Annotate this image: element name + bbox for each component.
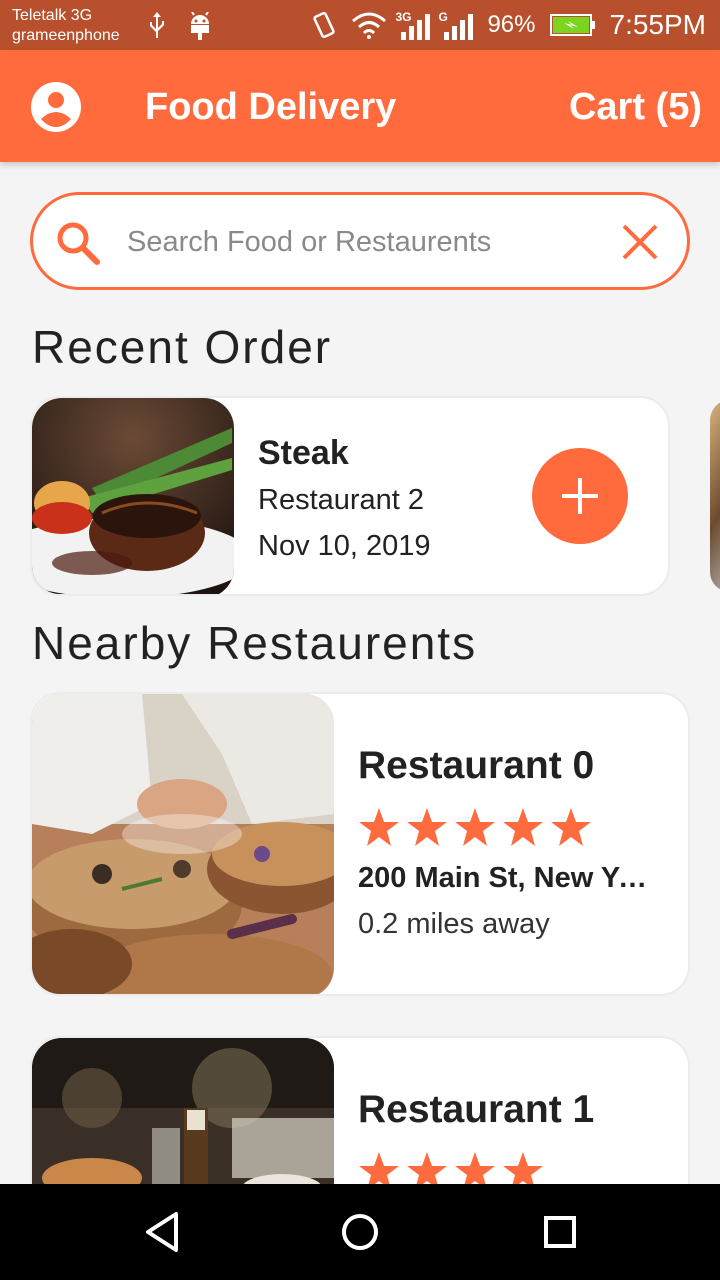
close-icon[interactable] — [619, 221, 661, 263]
carrier-info: Teletalk 3G grameenphone — [12, 6, 120, 46]
account-circle-icon[interactable] — [30, 81, 82, 133]
search-input[interactable] — [127, 217, 607, 267]
rating-stars — [358, 806, 592, 848]
battery-percent: 96% — [487, 11, 536, 38]
star-icon — [407, 808, 447, 846]
home-icon[interactable] — [336, 1208, 384, 1256]
system-nav-bar — [0, 1184, 720, 1280]
next-recent-order-card[interactable] — [710, 400, 720, 592]
restaurant-name: Restaurant 0 — [358, 744, 595, 787]
nearby-restaurants-heading: Nearby Restaurents — [32, 617, 478, 669]
carrier-line-1: Teletalk 3G — [12, 7, 93, 24]
usb-icon — [150, 12, 164, 38]
recents-icon[interactable] — [536, 1208, 584, 1256]
back-icon[interactable] — [138, 1208, 186, 1256]
restaurant-name: Restaurant 1 — [358, 1088, 595, 1131]
signal-1-icon: 3G — [395, 10, 431, 40]
recent-order-restaurant: Restaurant 2 — [258, 484, 425, 516]
restaurant-distance: 0.2 miles away — [358, 908, 550, 940]
system-icons: 3G G 96% 7:55PM — [311, 0, 706, 50]
vibrate-icon — [313, 11, 336, 39]
recent-order-date: Nov 10, 2019 — [258, 530, 431, 562]
restaurant-image — [32, 694, 334, 994]
wifi-icon — [352, 12, 387, 39]
status-bar: Teletalk 3G grameenphone 3G G 96% 7:55PM — [0, 0, 720, 50]
star-icon — [503, 808, 543, 846]
restaurant-card[interactable]: Restaurant 0 200 Main St, New York 0.2 m… — [30, 692, 690, 996]
restaurant-address: 200 Main St, New York — [358, 862, 658, 894]
add-to-cart-button[interactable] — [532, 448, 628, 544]
star-icon — [359, 808, 399, 846]
recent-order-heading: Recent Order — [32, 321, 333, 373]
carrier-line-2: grameenphone — [12, 27, 120, 44]
recent-order-food-name: Steak — [258, 434, 349, 472]
star-icon — [551, 808, 591, 846]
notification-icons — [148, 12, 212, 40]
cart-button[interactable]: Cart (5) — [569, 86, 702, 129]
page-title: Food Delivery — [145, 86, 397, 128]
search-icon — [57, 222, 100, 265]
battery-charging-icon — [549, 14, 595, 36]
android-icon — [191, 12, 209, 40]
recent-order-card[interactable]: Steak Restaurant 2 Nov 10, 2019 — [30, 396, 670, 596]
signal-2-icon: G — [438, 10, 474, 40]
search-bar — [30, 192, 690, 290]
steak-food-image — [32, 398, 234, 594]
app-bar: Food Delivery Cart (5) — [0, 50, 720, 162]
clock: 7:55PM — [609, 9, 707, 40]
star-icon — [455, 808, 495, 846]
